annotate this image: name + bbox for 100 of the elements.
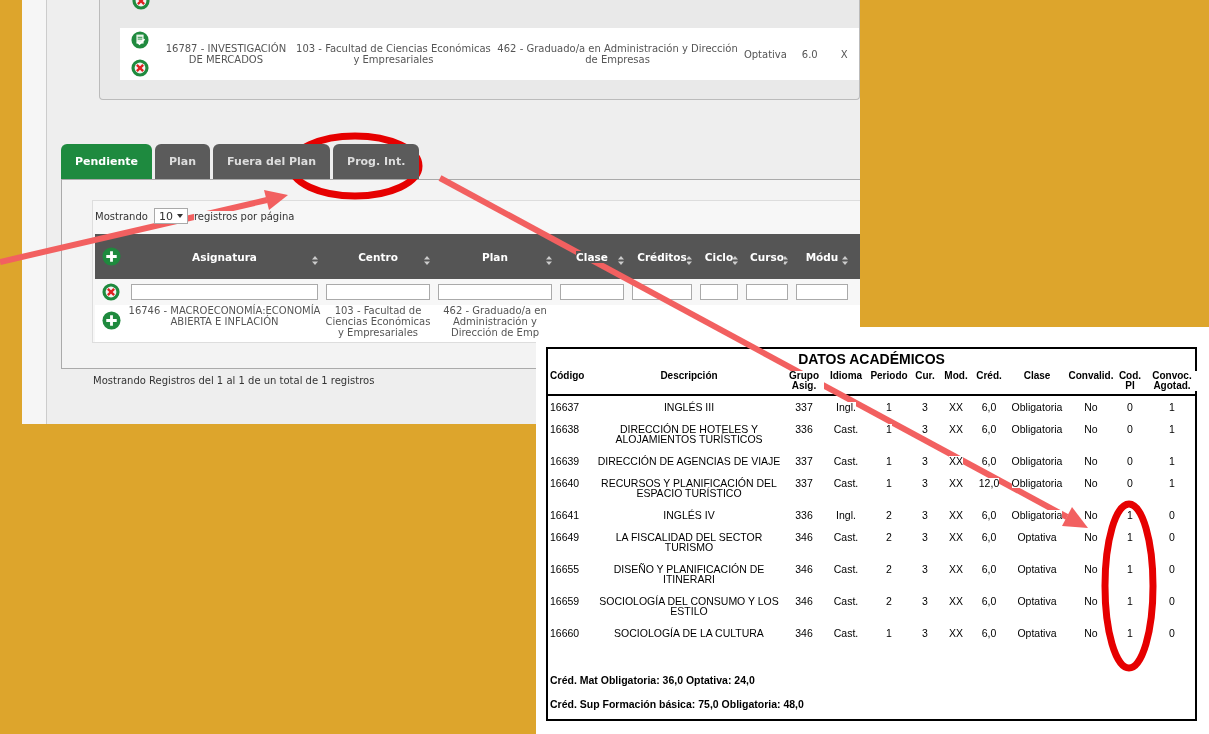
table-cell: 2 [886, 532, 892, 542]
table-cell: Cast. [833, 424, 859, 434]
add-icon[interactable] [101, 311, 121, 330]
sort-icon[interactable] [546, 256, 552, 265]
table-cell: 346 [795, 628, 813, 638]
table-cell: 336 [795, 510, 813, 520]
sort-icon[interactable] [782, 256, 788, 265]
table-cell: 1 [886, 402, 892, 412]
table-cell: 1 [1127, 532, 1133, 542]
column-header[interactable]: Ciclo [704, 250, 734, 263]
table-cell: XX [949, 424, 963, 434]
credits-summary: Créd. Sup Formación básica: 75,0 Obligatoria: 48,0 [548, 698, 804, 710]
table-cell: 6,0 [981, 424, 997, 434]
table-cell: 6,0 [981, 596, 997, 606]
table-cell: No [1084, 564, 1098, 574]
table-cell: 0 [1127, 456, 1133, 466]
column-header[interactable]: Asignatura [192, 250, 257, 263]
table-cell: 1 [1169, 424, 1175, 434]
table-cell: 3 [922, 532, 928, 542]
column-header[interactable]: Créditos [637, 250, 687, 263]
table-cell: 0 [1127, 424, 1133, 434]
table-cell: No [1084, 402, 1098, 412]
table-cell: 0 [1127, 478, 1133, 488]
table-cell: Cast. [833, 478, 859, 488]
column-header[interactable]: Clase [576, 250, 608, 263]
tab[interactable]: Pendiente [61, 144, 152, 179]
column-header[interactable]: Centro [358, 250, 398, 263]
table-cell: No [1084, 478, 1098, 488]
table-cell: Obligatoria [1011, 456, 1063, 466]
remove-icon[interactable] [102, 283, 120, 301]
sort-icon[interactable] [424, 256, 430, 265]
add-row-icon[interactable] [101, 247, 121, 266]
column-header: Clase [1023, 371, 1051, 381]
table-cell: 1 [1169, 478, 1175, 488]
table-cell: No [1084, 510, 1098, 520]
filter-field[interactable] [796, 284, 848, 300]
table-cell: 1 [1127, 564, 1133, 574]
table-cell: 1 [1127, 596, 1133, 606]
filter-field[interactable] [131, 284, 318, 300]
document-check-icon[interactable] [130, 31, 149, 49]
sort-icon[interactable] [842, 256, 848, 265]
table-cell-text: 103 - Facultad de Ciencias Económicas y Empresariales [295, 43, 492, 65]
table-cell: 16659 [550, 596, 580, 606]
remove-icon[interactable] [130, 59, 149, 77]
table-cell-text: X [839, 48, 849, 60]
table-cell: Obligatoria [1011, 402, 1063, 412]
table-cell: XX [949, 628, 963, 638]
column-header[interactable]: Módu [805, 250, 839, 263]
table-cell: 1 [886, 424, 892, 434]
table-cell: No [1084, 596, 1098, 606]
table-cell: 16655 [550, 564, 580, 574]
page-length-label: registros por página [193, 210, 295, 222]
tab[interactable]: Plan [155, 144, 211, 179]
table-cell-text: 462 - Graduado/a en Administración y Dirección de Empresas [496, 43, 739, 65]
column-header[interactable]: Curso [750, 250, 784, 263]
caret-icon [176, 214, 183, 218]
table-cell: 3 [922, 424, 928, 434]
table-cell: INGLÉS IV [663, 510, 715, 520]
table-cell: Cast. [833, 456, 859, 466]
table-cell: XX [949, 532, 963, 542]
table-cell: Optativa [1017, 596, 1057, 606]
table-cell: SOCIOLOGÍA DE LA CULTURA [614, 628, 764, 638]
table-cell-text: 16787 - INVESTIGACIÓN DE MERCADOS [164, 43, 288, 65]
table-cell: 16660 [550, 628, 580, 638]
table-cell: No [1084, 424, 1098, 434]
table-cell: 12,0 [978, 478, 1000, 488]
table-cell: XX [949, 510, 963, 520]
sort-icon[interactable] [732, 256, 738, 265]
sort-icon[interactable] [686, 256, 692, 265]
table-cell-text: Optativa [742, 48, 788, 60]
filter-field[interactable] [438, 284, 552, 300]
column-header: Créd. [976, 371, 1002, 381]
table-cell: Obligatoria [1011, 424, 1063, 434]
table-cell: 3 [922, 628, 928, 638]
page-length-dropdown[interactable]: 10 [153, 208, 188, 224]
table-cell: 16641 [550, 510, 580, 520]
table-cell: 1 [1127, 510, 1133, 520]
column-header: Periodo [870, 371, 908, 381]
table-cell: 1 [1169, 456, 1175, 466]
tab[interactable]: Prog. Int. [333, 144, 420, 179]
table-cell: 1 [1169, 402, 1175, 412]
table-cell: 16638 [550, 424, 580, 434]
sort-icon[interactable] [618, 256, 624, 265]
sort-icon[interactable] [312, 256, 318, 265]
filter-field[interactable] [746, 284, 788, 300]
table-cell: Ingl. [836, 402, 856, 412]
document-title: DATOS ACADÉMICOS [798, 349, 945, 367]
table-cell: Cast. [833, 532, 859, 542]
column-header: Descripción [660, 371, 718, 381]
table-cell: 336 [795, 424, 813, 434]
filter-field[interactable] [700, 284, 738, 300]
filter-field[interactable] [560, 284, 624, 300]
column-header: Cur. [915, 371, 935, 381]
tab[interactable]: Fuera del Plan [213, 144, 331, 179]
table-cell: Optativa [1017, 564, 1057, 574]
filter-field[interactable] [326, 284, 430, 300]
table-cell: XX [949, 402, 963, 412]
column-header: Convalid. [1068, 371, 1114, 381]
table-cell: Obligatoria [1011, 478, 1063, 488]
column-header[interactable]: Plan [482, 250, 508, 263]
